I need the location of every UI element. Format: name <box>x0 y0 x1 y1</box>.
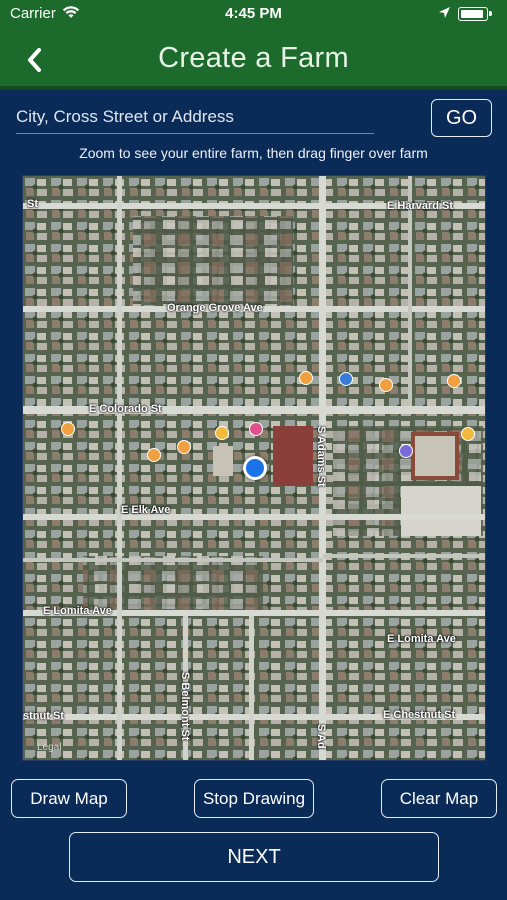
address-search-input[interactable] <box>16 100 374 134</box>
satellite-map[interactable]: St E Harvard St Orange Grove Ave E Color… <box>22 175 486 761</box>
map-street-label: E Harvard St <box>387 200 454 212</box>
poi-marker[interactable] <box>399 444 413 458</box>
poi-marker[interactable] <box>147 448 161 462</box>
next-button[interactable]: NEXT <box>69 832 439 882</box>
map-street-label: E Chestnut St <box>383 709 456 721</box>
poi-marker[interactable] <box>215 426 229 440</box>
status-time: 4:45 PM <box>225 5 282 22</box>
status-bar: Carrier 4:45 PM <box>0 0 507 28</box>
battery-icon <box>458 7 492 21</box>
clear-map-button[interactable]: Clear Map <box>381 779 497 818</box>
map-legal-label[interactable]: Legal <box>37 742 61 753</box>
poi-marker[interactable] <box>379 378 393 392</box>
go-button[interactable]: GO <box>431 99 492 137</box>
poi-marker[interactable] <box>461 427 475 441</box>
map-street-label: E Lomita Ave <box>43 605 112 617</box>
map-street-label: E Colorado St <box>89 403 162 415</box>
map-street-label: St <box>27 198 38 210</box>
poi-marker[interactable] <box>61 422 75 436</box>
navigation-bar: Create a Farm <box>0 28 507 90</box>
location-arrow-icon <box>438 6 451 24</box>
poi-marker[interactable] <box>447 374 461 388</box>
zoom-hint-text: Zoom to see your entire farm, then drag … <box>79 145 428 161</box>
current-location-dot <box>243 456 267 480</box>
map-street-label: S Adams St <box>315 426 327 487</box>
poi-marker[interactable] <box>177 440 191 454</box>
poi-marker[interactable] <box>299 371 313 385</box>
map-street-label: Orange Grove Ave <box>167 302 263 314</box>
poi-marker[interactable] <box>339 372 353 386</box>
map-street-label: E Elk Ave <box>121 504 171 516</box>
stop-drawing-button[interactable]: Stop Drawing <box>194 779 314 818</box>
map-street-label: S Belmont St <box>179 672 191 741</box>
map-street-label: stnut St <box>23 710 64 722</box>
map-street-label: E Lomita Ave <box>387 633 456 645</box>
map-street-label: S Ad <box>315 724 327 749</box>
poi-marker[interactable] <box>249 422 263 436</box>
draw-map-button[interactable]: Draw Map <box>11 779 127 818</box>
page-title: Create a Farm <box>158 42 349 74</box>
